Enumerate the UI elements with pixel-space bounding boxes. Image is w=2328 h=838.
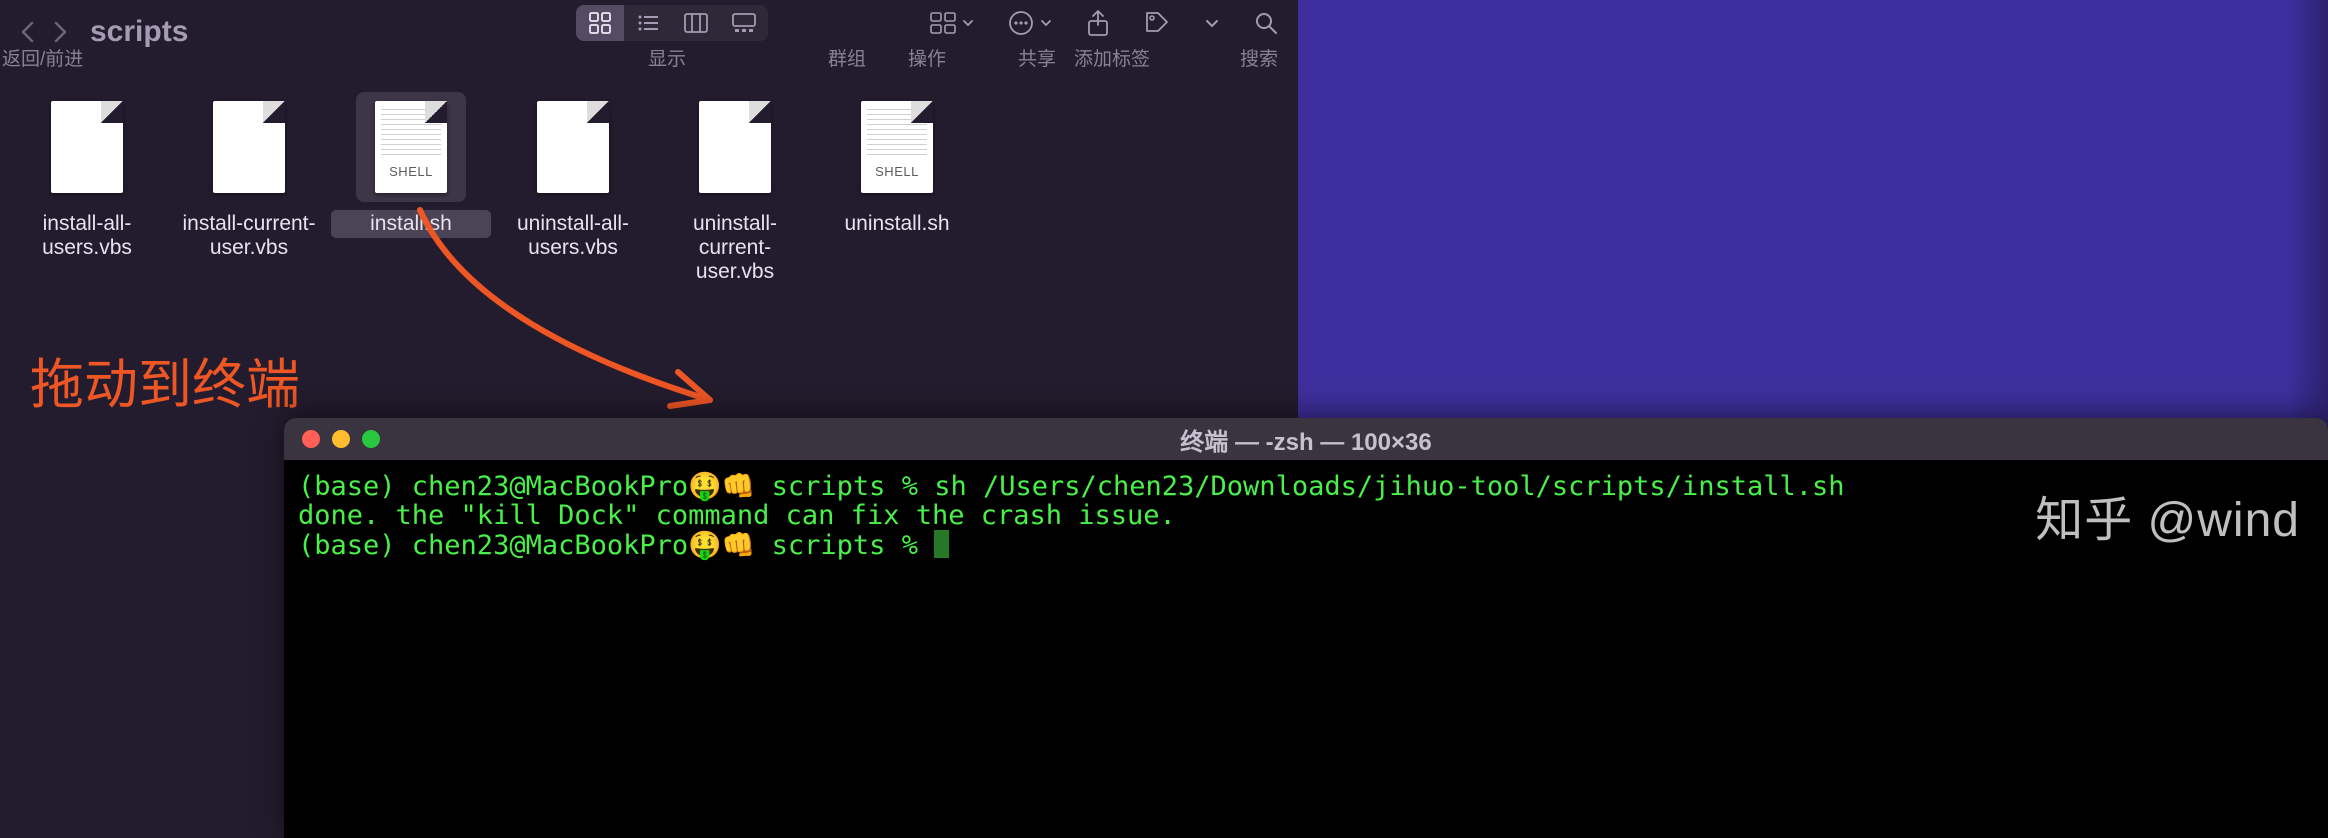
chevron-down-icon [1204,17,1220,29]
search-icon [1254,11,1278,35]
gallery-icon [732,13,756,33]
file-icon [518,92,628,202]
file-icon [680,92,790,202]
group-label: 群组 [828,44,866,71]
file-item[interactable]: install.sh [330,88,492,286]
view-columns-button[interactable] [672,5,720,41]
search-button[interactable] [1254,11,1278,35]
tag-icon [1144,10,1170,36]
share-button[interactable] [1086,9,1110,37]
action-label: 操作 [908,44,946,71]
file-item[interactable]: uninstall-all-users.vbs [492,88,654,286]
file-item[interactable]: install-current-user.vbs [168,88,330,286]
view-label: 显示 [648,44,686,71]
list-icon [637,13,659,33]
file-icon [194,92,304,202]
tag-label: 添加标签 [1074,44,1150,71]
file-name-label: install-current-user.vbs [169,210,329,262]
zoom-window-button[interactable] [362,430,380,448]
chevron-left-icon [19,20,37,44]
search-label: 搜索 [1240,44,1278,71]
file-name-label: uninstall-current-user.vbs [655,210,815,286]
file-name-label: uninstall-all-users.vbs [493,210,653,262]
nav-label: 返回/前进 [2,44,83,71]
action-menu-button[interactable] [1008,10,1052,36]
file-item[interactable]: uninstall-current-user.vbs [654,88,816,286]
close-window-button[interactable] [302,430,320,448]
file-item[interactable]: uninstall.sh [816,88,978,286]
grid-icon [589,12,611,34]
chevron-right-icon [51,20,69,44]
terminal-title-text: 终端 — -zsh — 100×36 [284,422,2328,457]
file-icon [842,92,952,202]
file-name-label: install.sh [331,210,491,238]
annotation-text: 拖动到终端 [30,340,300,419]
group-icon [930,12,956,34]
more-menu-button[interactable] [1204,17,1220,29]
ellipsis-circle-icon [1008,10,1034,36]
view-mode-segment [576,5,768,41]
toolbar-sublabels: 返回/前进 显示 群组 操作 共享 添加标签 搜索 [0,44,1298,68]
files-grid: install-all-users.vbsinstall-current-use… [0,78,1298,296]
file-icon [32,92,142,202]
columns-icon [684,13,708,33]
chevron-down-icon [962,18,974,28]
group-menu-button[interactable] [930,12,974,34]
view-gallery-button[interactable] [720,5,768,41]
file-name-label: uninstall.sh [817,210,977,238]
view-icons-button[interactable] [576,5,624,41]
chevron-down-icon [1040,18,1052,28]
file-name-label: install-all-users.vbs [7,210,167,262]
share-label: 共享 [1018,44,1056,71]
terminal-body[interactable]: (base) chen23@MacBookPro🤑👊 scripts % sh … [284,460,2328,572]
share-icon [1086,9,1110,37]
file-icon [356,92,466,202]
terminal-window: 终端 — -zsh — 100×36 (base) chen23@MacBook… [284,418,2328,838]
window-traffic-lights [302,430,380,448]
file-item[interactable]: install-all-users.vbs [6,88,168,286]
terminal-titlebar[interactable]: 终端 — -zsh — 100×36 [284,418,2328,460]
minimize-window-button[interactable] [332,430,350,448]
tags-button[interactable] [1144,10,1170,36]
view-list-button[interactable] [624,5,672,41]
finder-right-tools [930,5,1278,41]
